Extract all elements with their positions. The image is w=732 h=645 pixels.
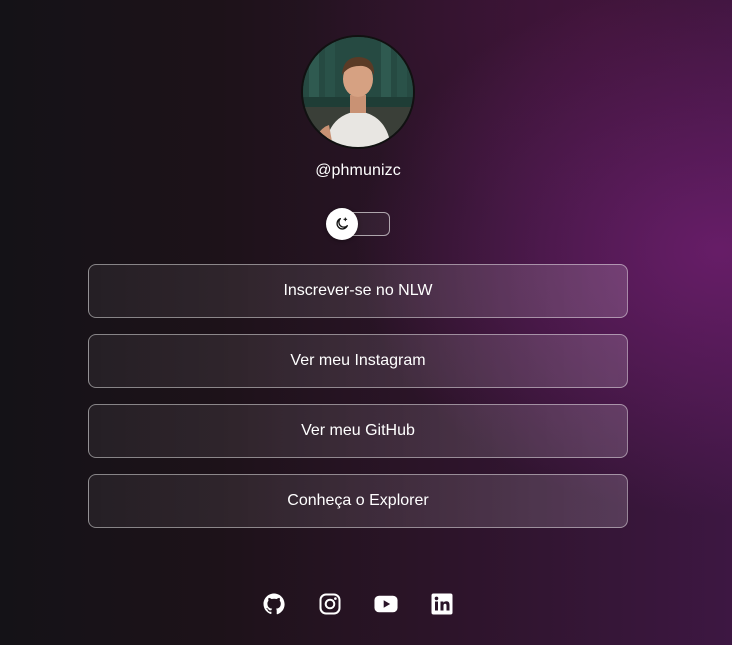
- github-link[interactable]: [262, 590, 286, 618]
- link-button-github[interactable]: Ver meu GitHub: [88, 404, 628, 458]
- toggle-knob[interactable]: [326, 208, 358, 240]
- social-links: [0, 590, 716, 618]
- link-button-nlw[interactable]: Inscrever-se no NLW: [88, 264, 628, 318]
- youtube-link[interactable]: [374, 590, 398, 618]
- profile-avatar: [303, 37, 413, 147]
- theme-toggle[interactable]: [326, 208, 390, 240]
- instagram-link[interactable]: [318, 590, 342, 618]
- links-list: Inscrever-se no NLW Ver meu Instagram Ve…: [88, 264, 628, 544]
- youtube-icon: [374, 595, 398, 613]
- linktree-page: @phmunizc Inscrever-se no NLW Ver meu In…: [0, 0, 732, 645]
- linkedin-icon: [431, 593, 453, 615]
- linkedin-link[interactable]: [430, 590, 454, 618]
- avatar-photo: [303, 37, 413, 147]
- moon-icon: [336, 217, 348, 230]
- link-button-explorer[interactable]: Conheça o Explorer: [88, 474, 628, 528]
- link-button-instagram[interactable]: Ver meu Instagram: [88, 334, 628, 388]
- github-icon: [263, 593, 285, 615]
- instagram-icon: [319, 593, 341, 615]
- profile-username: @phmunizc: [315, 162, 401, 179]
